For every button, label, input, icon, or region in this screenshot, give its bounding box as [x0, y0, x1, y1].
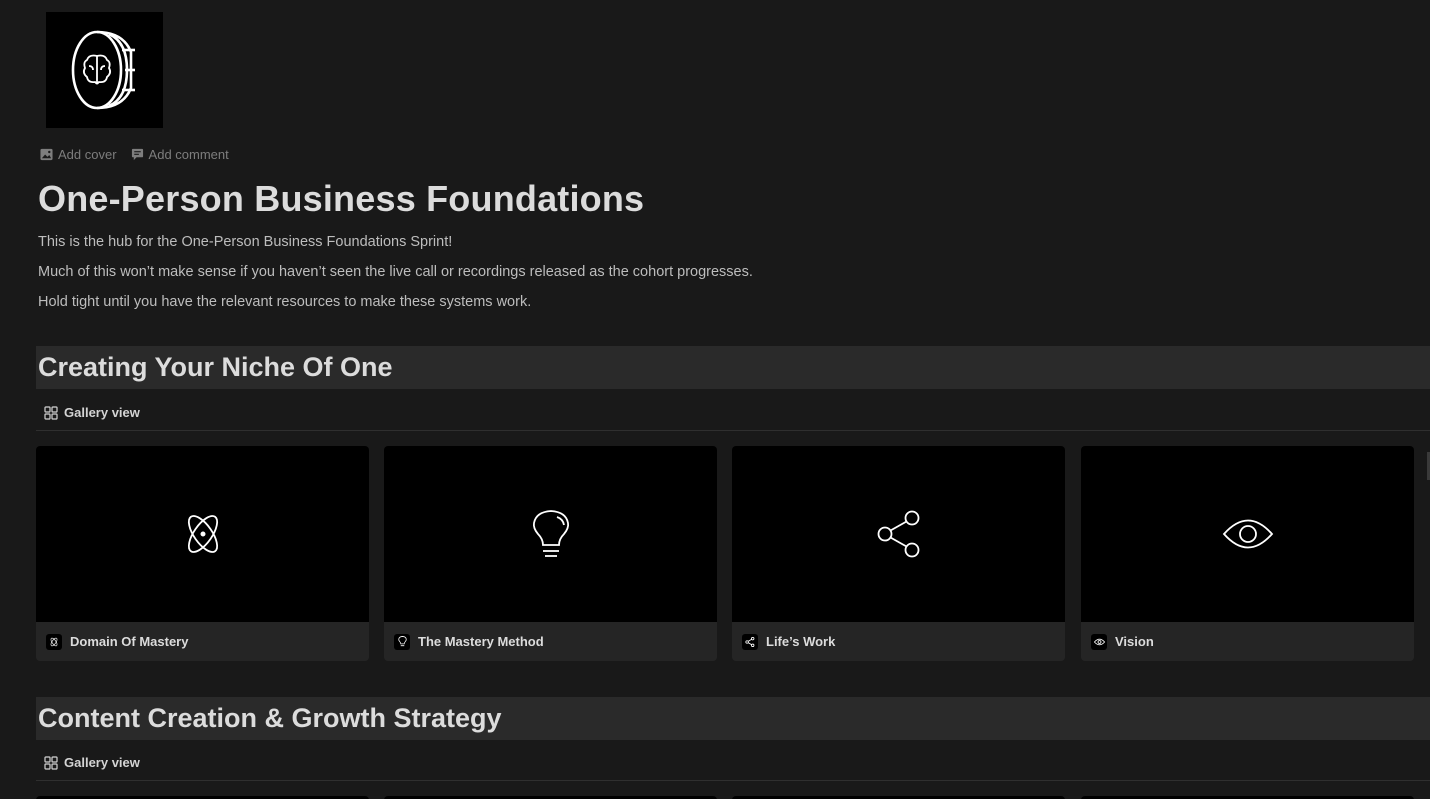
- page-actions: Add cover Add comment: [40, 147, 229, 162]
- eye-icon: [1222, 519, 1273, 549]
- add-cover-label: Add cover: [58, 147, 117, 162]
- card-footer: The Mastery Method: [384, 622, 717, 661]
- image-icon: [40, 148, 53, 161]
- gallery-card-domain-of-mastery[interactable]: Domain Of Mastery: [36, 446, 369, 661]
- section-header-niche: Creating Your Niche Of One: [36, 346, 1430, 389]
- card-title: The Mastery Method: [418, 634, 544, 649]
- add-comment-button[interactable]: Add comment: [131, 147, 229, 162]
- section-title[interactable]: Content Creation & Growth Strategy: [38, 703, 502, 734]
- add-comment-label: Add comment: [148, 147, 229, 162]
- notion-page: Add cover Add comment One-Person Busines…: [0, 0, 1430, 799]
- card-cover: [36, 446, 369, 622]
- card-cover: [732, 446, 1065, 622]
- share-icon: [877, 510, 919, 558]
- card-footer: Vision: [1081, 622, 1414, 661]
- comment-icon: [131, 148, 143, 161]
- brain-coin-icon[interactable]: [46, 12, 163, 128]
- view-divider: [36, 430, 1430, 431]
- share-icon: [742, 633, 758, 650]
- gallery-grid-icon: [44, 755, 58, 770]
- intro-paragraph-3[interactable]: Hold tight until you have the relevant r…: [38, 294, 531, 310]
- intro-paragraph-2[interactable]: Much of this won’t make sense if you hav…: [38, 264, 753, 280]
- page-title[interactable]: One-Person Business Foundations: [38, 178, 644, 220]
- atom-icon: [187, 515, 218, 553]
- lightbulb-icon: [532, 510, 569, 557]
- gallery-view-tab[interactable]: Gallery view: [44, 405, 140, 420]
- card-title: Life’s Work: [766, 634, 836, 649]
- gallery-card-mastery-method[interactable]: The Mastery Method: [384, 446, 717, 661]
- card-cover: [384, 446, 717, 622]
- view-divider: [36, 780, 1430, 781]
- atom-icon: [46, 633, 62, 650]
- card-footer: Life’s Work: [732, 622, 1065, 661]
- card-title: Domain Of Mastery: [70, 634, 189, 649]
- card-footer: Domain Of Mastery: [36, 622, 369, 661]
- section-title[interactable]: Creating Your Niche Of One: [38, 352, 393, 383]
- intro-paragraph-1[interactable]: This is the hub for the One-Person Busin…: [38, 234, 452, 250]
- view-label: Gallery view: [64, 405, 140, 420]
- section-header-content-growth: Content Creation & Growth Strategy: [36, 697, 1430, 740]
- lightbulb-icon: [394, 633, 410, 650]
- card-cover: [1081, 446, 1414, 622]
- view-label: Gallery view: [64, 755, 140, 770]
- gallery-grid-icon: [44, 405, 58, 420]
- eye-icon: [1091, 633, 1107, 650]
- card-title: Vision: [1115, 634, 1154, 649]
- gallery-view-tab[interactable]: Gallery view: [44, 755, 140, 770]
- gallery-card-lifes-work[interactable]: Life’s Work: [732, 446, 1065, 661]
- gallery-card-vision[interactable]: Vision: [1081, 446, 1414, 661]
- add-cover-button[interactable]: Add cover: [40, 147, 117, 162]
